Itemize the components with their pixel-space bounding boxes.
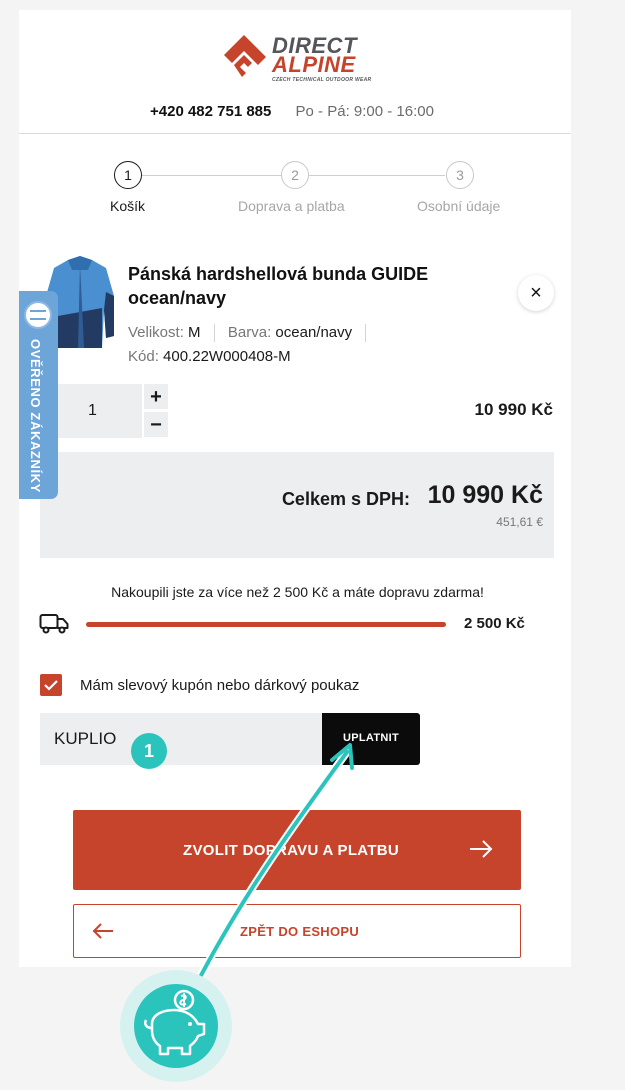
piggy-bank-circle xyxy=(134,984,218,1068)
attribute-divider xyxy=(213,324,215,343)
attribute-divider xyxy=(365,324,367,343)
kuplio-piggy-badge xyxy=(120,970,232,1082)
remove-item-button[interactable]: × xyxy=(518,275,554,311)
size-label: Velikost: xyxy=(128,324,184,341)
brand-logo[interactable]: DIRECT ALPINE CZECH TECHNICAL OUTDOOR WE… xyxy=(222,33,382,83)
direct-alpine-logo-icon xyxy=(224,35,266,77)
arrow-right-icon xyxy=(470,840,493,858)
free-shipping-threshold: 2 500 Kč xyxy=(464,615,525,632)
badge-text: OVĚŘENO ZÁKAZNÍKY xyxy=(28,339,43,493)
code-label: Kód: xyxy=(128,348,159,365)
annotation-step-badge: 1 xyxy=(131,733,167,769)
arrow-left-icon xyxy=(92,923,113,939)
coupon-checkbox[interactable] xyxy=(40,674,62,696)
product-code: Kód: 400.22W000408-M xyxy=(128,348,291,365)
step-1-label: Košík xyxy=(110,198,146,214)
contact-bar: +420 482 751 885 Po - Pá: 9:00 - 16:00 xyxy=(150,103,434,120)
verified-seal-icon xyxy=(24,301,52,329)
product-name[interactable]: Pánská hardshellová bunda GUIDE ocean/na… xyxy=(128,262,458,310)
step-3-circle: 3 xyxy=(446,161,474,189)
progress-fill xyxy=(86,622,446,627)
color-value: ocean/navy xyxy=(275,324,353,341)
product-attributes: Velikost: M Barva: ocean/navy xyxy=(128,324,375,343)
truck-icon xyxy=(39,614,69,634)
logo-word-alpine: ALPINE xyxy=(272,52,356,77)
total-value: 10 990 Kč xyxy=(427,481,543,509)
free-shipping-progress xyxy=(86,622,446,627)
code-value: 400.22W000408-M xyxy=(163,348,291,365)
free-shipping-message: Nakoupili jste za více než 2 500 Kč a má… xyxy=(111,584,484,600)
piggy-bank-icon xyxy=(144,989,206,1056)
step-2-label: Doprava a platba xyxy=(238,198,345,214)
total-label: Celkem s DPH: xyxy=(281,489,410,509)
logo-tagline: CZECH TECHNICAL OUTDOOR WEAR xyxy=(272,77,372,83)
step-3-label: Osobní údaje xyxy=(417,198,501,214)
checkmark-icon xyxy=(44,679,58,691)
step-connector xyxy=(142,175,281,176)
total-panel: Celkem s DPH: 10 990 Kč 451,61 € xyxy=(40,452,554,558)
total-eur: 451,61 € xyxy=(496,515,543,529)
verified-by-customers-badge[interactable]: OVĚŘENO ZÁKAZNÍKY xyxy=(19,291,58,499)
primary-button-label: ZVOLIT DOPRAVU A PLATBU xyxy=(183,842,400,859)
quantity-increase-button[interactable]: + xyxy=(144,384,168,409)
header-divider xyxy=(19,133,571,134)
size-value: M xyxy=(188,324,201,341)
phone-number[interactable]: +420 482 751 885 xyxy=(150,103,271,120)
back-to-eshop-button[interactable]: ZPĚT DO ESHOPU xyxy=(73,904,521,958)
apply-coupon-button[interactable]: UPLATNIT xyxy=(322,713,420,765)
item-price: 10 990 Kč xyxy=(474,400,553,419)
secondary-button-label: ZPĚT DO ESHOPU xyxy=(240,924,360,939)
close-icon: × xyxy=(530,281,542,304)
step-connector xyxy=(309,175,445,176)
step-2-circle: 2 xyxy=(281,161,309,189)
quantity-decrease-button[interactable]: − xyxy=(144,412,168,437)
coupon-checkbox-label[interactable]: Mám slevový kupón nebo dárkový poukaz xyxy=(80,677,359,694)
choose-shipping-payment-button[interactable]: ZVOLIT DOPRAVU A PLATBU xyxy=(73,810,521,890)
coupon-code-input[interactable] xyxy=(40,713,322,765)
step-1-circle: 1 xyxy=(114,161,142,189)
color-label: Barva: xyxy=(227,324,272,341)
opening-hours: Po - Pá: 9:00 - 16:00 xyxy=(295,103,434,120)
